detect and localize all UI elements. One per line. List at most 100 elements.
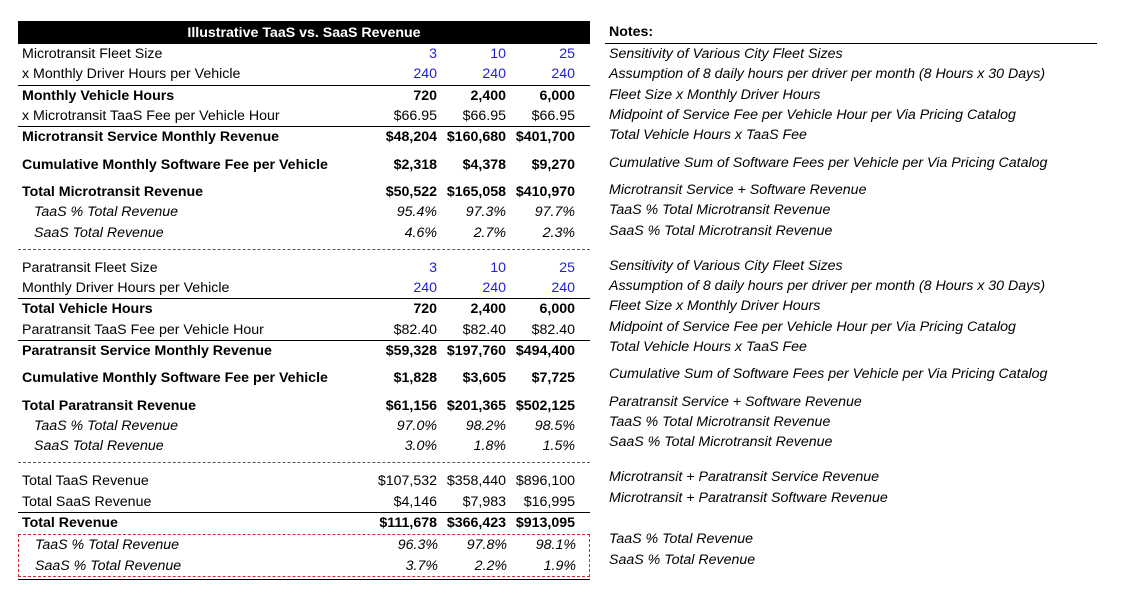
cell: 3	[429, 259, 437, 276]
row-label: Monthly Driver Hours per Vehicle	[22, 280, 230, 297]
note: Total Vehicle Hours x TaaS Fee	[609, 127, 807, 144]
cell: $3,605	[462, 370, 506, 387]
cell: $1,828	[393, 370, 437, 387]
row-label: Total Revenue	[22, 515, 118, 532]
cell: 3.0%	[404, 438, 437, 455]
table-title-bar: Illustrative TaaS vs. SaaS Revenue	[18, 21, 590, 44]
table-row: Total TaaS Revenue $107,532 $358,440 $89…	[18, 471, 590, 491]
table-row: Paratransit TaaS Fee per Vehicle Hour $8…	[18, 320, 590, 341]
cell: 6,000	[539, 301, 575, 318]
note: Assumption of 8 daily hours per driver p…	[609, 66, 1046, 83]
cell: 2,400	[470, 301, 506, 318]
table-row: SaaS Total Revenue 4.6% 2.7% 2.3%	[18, 222, 590, 242]
note-spacer	[605, 508, 1097, 529]
cell: 1.5%	[542, 438, 575, 455]
row-label: Cumulative Monthly Software Fee per Vehi…	[22, 156, 328, 173]
table-row: Paratransit Service Monthly Revenue $59,…	[18, 341, 590, 361]
table-title: Illustrative TaaS vs. SaaS Revenue	[187, 24, 421, 41]
table-row: Cumulative Monthly Software Fee per Vehi…	[18, 368, 590, 388]
revenue-table: Illustrative TaaS vs. SaaS Revenue Micro…	[18, 21, 590, 580]
note: TaaS % Total Revenue	[609, 531, 754, 548]
highlight-box: TaaS % Total Revenue 96.3% 97.8% 98.1% S…	[18, 534, 590, 577]
row-label: SaaS Total Revenue	[34, 438, 164, 455]
cell: 240	[413, 66, 437, 83]
cell: $401,700	[515, 129, 575, 146]
row-label: Total Paratransit Revenue	[22, 397, 196, 414]
note: SaaS % Total Microtransit Revenue	[609, 434, 833, 451]
table-row: Total Paratransit Revenue $61,156 $201,3…	[18, 395, 590, 415]
row-label: Total Microtransit Revenue	[22, 183, 204, 200]
cell: $366,423	[446, 515, 506, 532]
notes-header: Notes:	[605, 21, 1097, 44]
cell: $16,995	[523, 493, 575, 510]
cell: 2.7%	[473, 224, 506, 241]
cell: $160,680	[446, 129, 506, 146]
row-label: TaaS % Total Revenue	[35, 537, 180, 554]
table-row: Total Vehicle Hours 720 2,400 6,000	[18, 299, 590, 319]
note: Paratransit Service + Software Revenue	[609, 393, 862, 410]
cell: $66.95	[462, 108, 506, 125]
cell: $9,270	[531, 156, 575, 173]
note: Cumulative Sum of Software Fees per Vehi…	[609, 154, 1048, 171]
row-label: SaaS % Total Revenue	[35, 557, 182, 574]
cell: 97.0%	[396, 417, 437, 434]
table-row: TaaS % Total Revenue 95.4% 97.3% 97.7%	[18, 202, 590, 222]
note: Fleet Size x Monthly Driver Hours	[609, 298, 821, 315]
cell: 10	[490, 259, 506, 276]
row-label: TaaS % Total Revenue	[34, 417, 179, 434]
note: Sensitivity of Various City Fleet Sizes	[609, 46, 843, 63]
note: SaaS % Total Revenue	[609, 551, 756, 568]
row-label: x Monthly Driver Hours per Vehicle	[22, 66, 241, 83]
cell: 97.8%	[466, 537, 507, 554]
note: TaaS % Total Microtransit Revenue	[609, 413, 831, 430]
cell: $82.40	[462, 321, 506, 338]
row-label: Paratransit TaaS Fee per Vehicle Hour	[22, 321, 264, 338]
cell: $7,983	[462, 493, 506, 510]
table-row: x Microtransit TaaS Fee per Vehicle Hour…	[18, 106, 590, 128]
cell: $107,532	[377, 473, 437, 490]
cell: $66.95	[393, 108, 437, 125]
cell: 2.2%	[474, 557, 507, 574]
cell: 98.2%	[465, 417, 506, 434]
cell: 98.1%	[535, 537, 576, 554]
note: SaaS % Total Microtransit Revenue	[609, 222, 833, 239]
cell: 97.3%	[465, 204, 506, 221]
note: Fleet Size x Monthly Driver Hours	[609, 86, 821, 103]
cell: 6,000	[539, 87, 575, 104]
row-label: SaaS Total Revenue	[34, 224, 164, 241]
row-label: Paratransit Fleet Size	[22, 259, 158, 276]
row-label: TaaS % Total Revenue	[34, 204, 179, 221]
cell: 4.6%	[404, 224, 437, 241]
note: Total Vehicle Hours x TaaS Fee	[609, 339, 807, 355]
cell: 96.3%	[397, 537, 438, 554]
cell: 2,400	[470, 87, 506, 104]
cell: $7,725	[531, 370, 575, 387]
cell: $201,365	[446, 397, 506, 414]
row-label: Monthly Vehicle Hours	[22, 87, 175, 104]
table-row: Monthly Driver Hours per Vehicle 240 240…	[18, 278, 590, 300]
cell: $410,970	[515, 183, 575, 200]
row-label: x Microtransit TaaS Fee per Vehicle Hour	[22, 108, 280, 125]
cell: 97.7%	[534, 204, 575, 221]
note: TaaS % Total Microtransit Revenue	[609, 202, 831, 219]
table-row: Total SaaS Revenue $4,146 $7,983 $16,995	[18, 492, 590, 513]
cell: $50,522	[385, 183, 437, 200]
table-row: SaaS % Total Revenue 3.7% 2.2% 1.9%	[19, 556, 589, 576]
table-row: TaaS % Total Revenue 96.3% 97.8% 98.1%	[19, 535, 589, 555]
table-row: Monthly Vehicle Hours 720 2,400 6,000	[18, 86, 590, 106]
cell: 720	[413, 87, 437, 104]
cell: $358,440	[446, 473, 506, 490]
cell: 25	[559, 46, 575, 63]
table-row: Total Microtransit Revenue $50,522 $165,…	[18, 182, 590, 202]
cell: 240	[551, 280, 575, 297]
table-bottom-rule	[18, 578, 590, 580]
cell: 240	[482, 66, 506, 83]
table-row: TaaS % Total Revenue 97.0% 98.2% 98.5%	[18, 416, 590, 436]
cell: 2.3%	[542, 224, 575, 241]
row-label: Total SaaS Revenue	[22, 493, 152, 510]
note: Microtransit + Paratransit Service Reven…	[609, 469, 880, 486]
cell: 25	[559, 259, 575, 276]
cell: $896,100	[515, 473, 575, 490]
cell: 98.5%	[534, 417, 575, 434]
cell: 95.4%	[396, 204, 437, 221]
